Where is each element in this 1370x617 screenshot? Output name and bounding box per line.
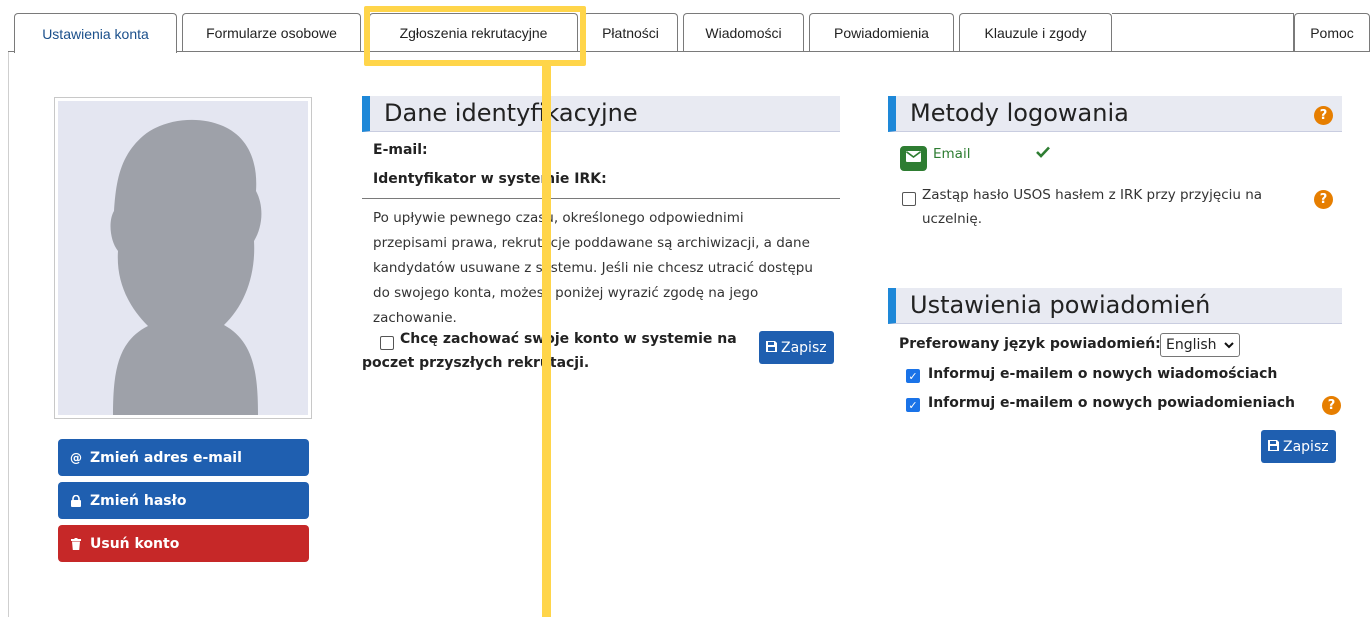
content-left-border (8, 52, 9, 617)
envelope-icon (906, 151, 921, 166)
change-password-label: Zmień hasło (90, 492, 187, 509)
notify-notifications-checkbox[interactable]: ✓ (906, 398, 920, 412)
replace-password-help-icon[interactable]: ? (1314, 190, 1333, 209)
tab-messages[interactable]: Wiadomości (683, 13, 804, 52)
change-email-button[interactable]: @ Zmień adres e-mail (58, 439, 309, 476)
tab-clauses-consents[interactable]: Klauzule i zgody (959, 13, 1112, 52)
change-email-label: Zmień adres e-mail (90, 449, 242, 466)
tab-account-settings[interactable]: Ustawienia konta (14, 13, 177, 53)
highlight-box (364, 6, 586, 66)
highlight-pointer (542, 66, 551, 617)
replace-password-checkbox[interactable] (902, 192, 916, 206)
login-methods-section-header: Metody logowania (888, 96, 1342, 132)
checkmark-icon (1036, 146, 1050, 162)
floppy-disk-icon (766, 340, 777, 355)
replace-password-label-line1: Zastąp hasło USOS hasłem z IRK przy przy… (922, 187, 1263, 203)
notify-messages-checkbox[interactable]: ✓ (906, 369, 920, 383)
tab-personal-forms[interactable]: Formularze osobowe (182, 13, 361, 52)
delete-account-label: Usuń konto (90, 535, 180, 552)
notification-settings-section-header: Ustawienia powiadomień (888, 288, 1342, 324)
email-method-badge (900, 146, 927, 171)
replace-password-label-line2: uczelnię. (922, 211, 983, 227)
avatar (54, 97, 312, 419)
notify-notifications-label: Informuj e-mailem o nowych powiadomienia… (928, 395, 1296, 411)
irk-identifier-label: Identyfikator w systemie IRK: (373, 171, 607, 187)
at-icon: @ (70, 450, 82, 465)
change-password-button[interactable]: Zmień hasło (58, 482, 309, 519)
trash-icon (68, 537, 84, 550)
notifications-help-icon[interactable]: ? (1322, 396, 1341, 415)
chevron-down-icon (1224, 337, 1234, 353)
tab-bar-rule (8, 51, 1370, 52)
login-methods-section-title: Metody logowania (910, 99, 1129, 127)
delete-account-button[interactable]: Usuń konto (58, 525, 309, 562)
lock-icon (68, 494, 84, 507)
notification-settings-section-title: Ustawienia powiadomień (910, 291, 1211, 319)
keep-account-label-line1: Chcę zachować swoje konto w systemie na (400, 331, 737, 347)
tab-filler (1112, 13, 1294, 51)
identity-save-button[interactable]: Zapisz (759, 331, 834, 364)
keep-account-checkbox[interactable] (380, 336, 394, 350)
notify-messages-label: Informuj e-mailem o nowych wiadomościach (928, 366, 1278, 382)
tab-notifications[interactable]: Powiadomienia (809, 13, 954, 52)
identity-divider (362, 198, 840, 199)
notification-save-label: Zapisz (1283, 438, 1329, 455)
tab-bar: Ustawienia konta Formularze osobowe Zgło… (0, 0, 1370, 53)
identity-section-header: Dane identyfikacyjne (362, 96, 840, 132)
floppy-disk-icon (1268, 439, 1279, 454)
notification-language-label: Preferowany język powiadomień: (899, 336, 1161, 352)
tab-help[interactable]: Pomoc (1294, 13, 1370, 52)
keep-account-label-line2: poczet przyszłych rekrutacji. (362, 355, 590, 371)
email-method-label: Email (933, 146, 971, 162)
archival-info-text: Po upływie pewnego czasu, określonego od… (373, 210, 813, 326)
notification-language-value: English (1166, 337, 1217, 353)
notification-save-button[interactable]: Zapisz (1261, 430, 1336, 463)
identity-save-label: Zapisz (781, 339, 827, 356)
identity-section-title: Dane identyfikacyjne (384, 99, 638, 127)
avatar-placeholder-icon (58, 101, 308, 415)
email-label: E-mail: (373, 142, 428, 158)
notification-language-select[interactable]: English (1160, 333, 1240, 357)
login-methods-help-icon[interactable]: ? (1314, 106, 1333, 125)
tab-payments[interactable]: Płatności (583, 13, 678, 52)
